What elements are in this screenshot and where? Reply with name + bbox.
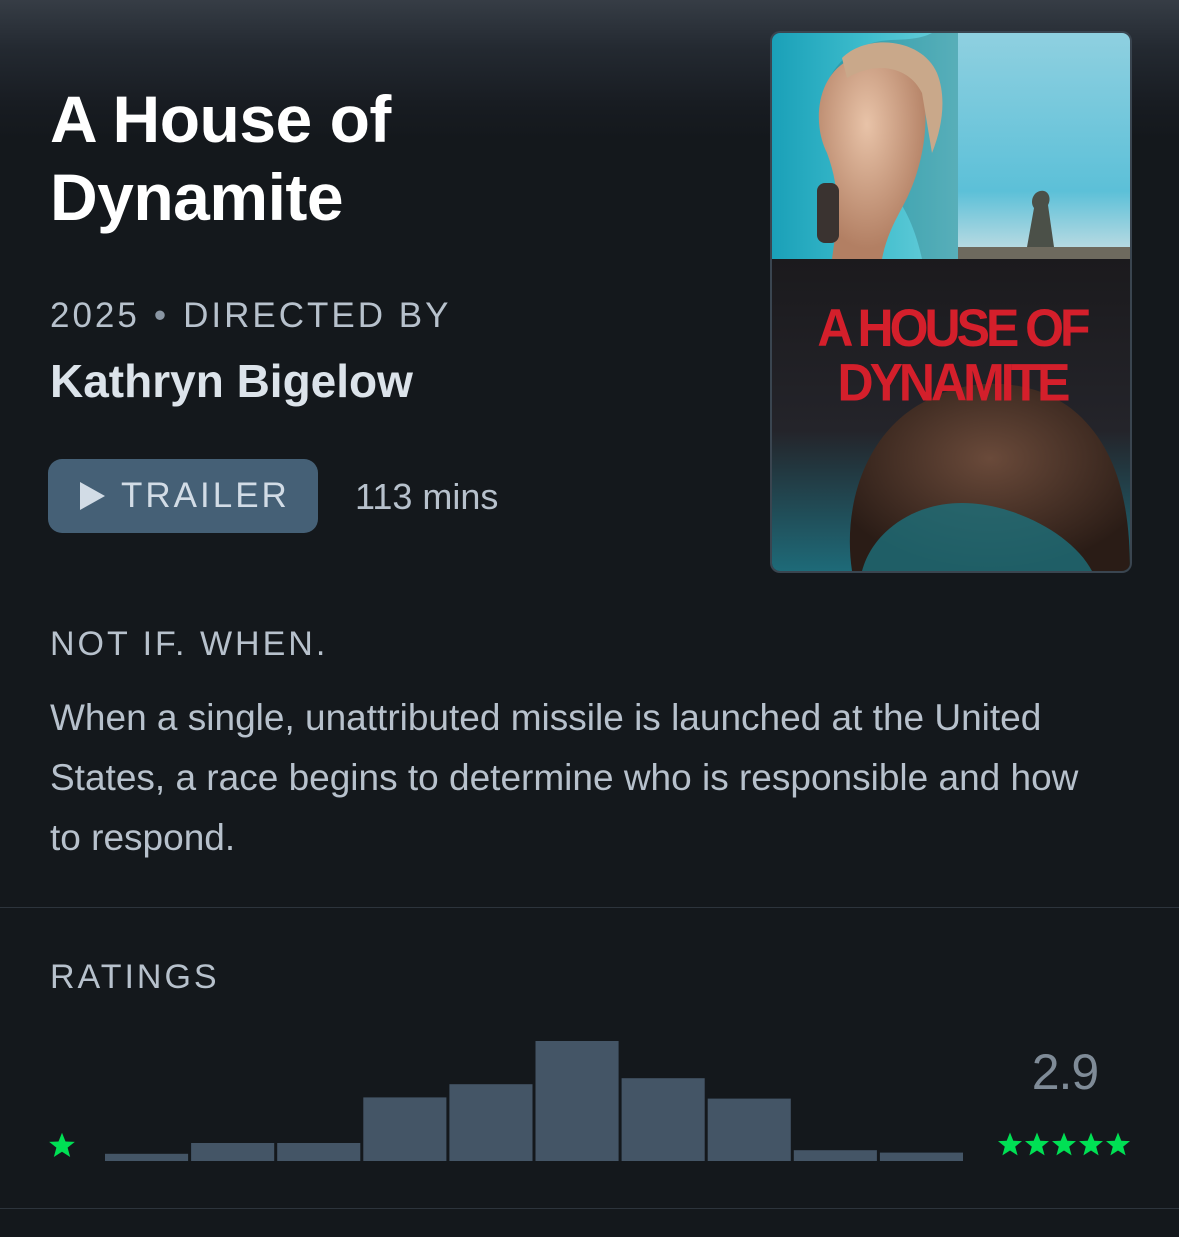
section-divider bbox=[0, 1208, 1179, 1209]
separator-dot: • bbox=[153, 296, 170, 335]
rating-bar-4.5[interactable] bbox=[793, 1150, 877, 1161]
rating-bar-1[interactable] bbox=[191, 1143, 275, 1161]
rating-bar-3[interactable] bbox=[535, 1041, 619, 1161]
five-stars-icon bbox=[998, 1132, 1130, 1156]
directed-by-label: DIRECTED BY bbox=[183, 296, 452, 335]
poster-title-line-2: DYNAMITE bbox=[837, 353, 1069, 411]
trailer-button[interactable]: TRAILER bbox=[48, 459, 318, 533]
synopsis: When a single, unattributed missile is l… bbox=[50, 697, 1079, 858]
poster-title-line-1: A HOUSE OF bbox=[817, 299, 1089, 357]
rating-bar-5[interactable] bbox=[879, 1152, 963, 1161]
rating-bar-4[interactable] bbox=[707, 1098, 791, 1161]
runtime: 113 mins bbox=[355, 476, 499, 517]
tagline: NOT IF. WHEN. bbox=[50, 625, 329, 663]
section-divider bbox=[0, 907, 1179, 908]
rating-bar-1.5[interactable] bbox=[277, 1143, 361, 1161]
film-title: A House of Dynamite bbox=[50, 82, 391, 234]
average-rating[interactable]: 2.9 bbox=[1000, 1043, 1130, 1101]
director-name[interactable]: Kathryn Bigelow bbox=[50, 354, 413, 408]
rating-bar-0.5[interactable] bbox=[105, 1153, 189, 1161]
play-icon bbox=[80, 482, 105, 510]
release-year[interactable]: 2025 bbox=[50, 296, 140, 335]
rating-bar-2.5[interactable] bbox=[449, 1084, 533, 1161]
ratings-label[interactable]: RATINGS bbox=[50, 958, 220, 997]
rating-bar-2[interactable] bbox=[363, 1097, 447, 1161]
film-meta: 2025 • DIRECTED BY bbox=[50, 296, 451, 336]
film-poster[interactable]: A HOUSE OF DYNAMITE bbox=[772, 33, 1130, 571]
trailer-label: TRAILER bbox=[121, 476, 290, 515]
rating-bar-3.5[interactable] bbox=[621, 1078, 705, 1161]
film-header: A House of Dynamite 2025 • DIRECTED BY Kat… bbox=[0, 0, 1179, 905]
